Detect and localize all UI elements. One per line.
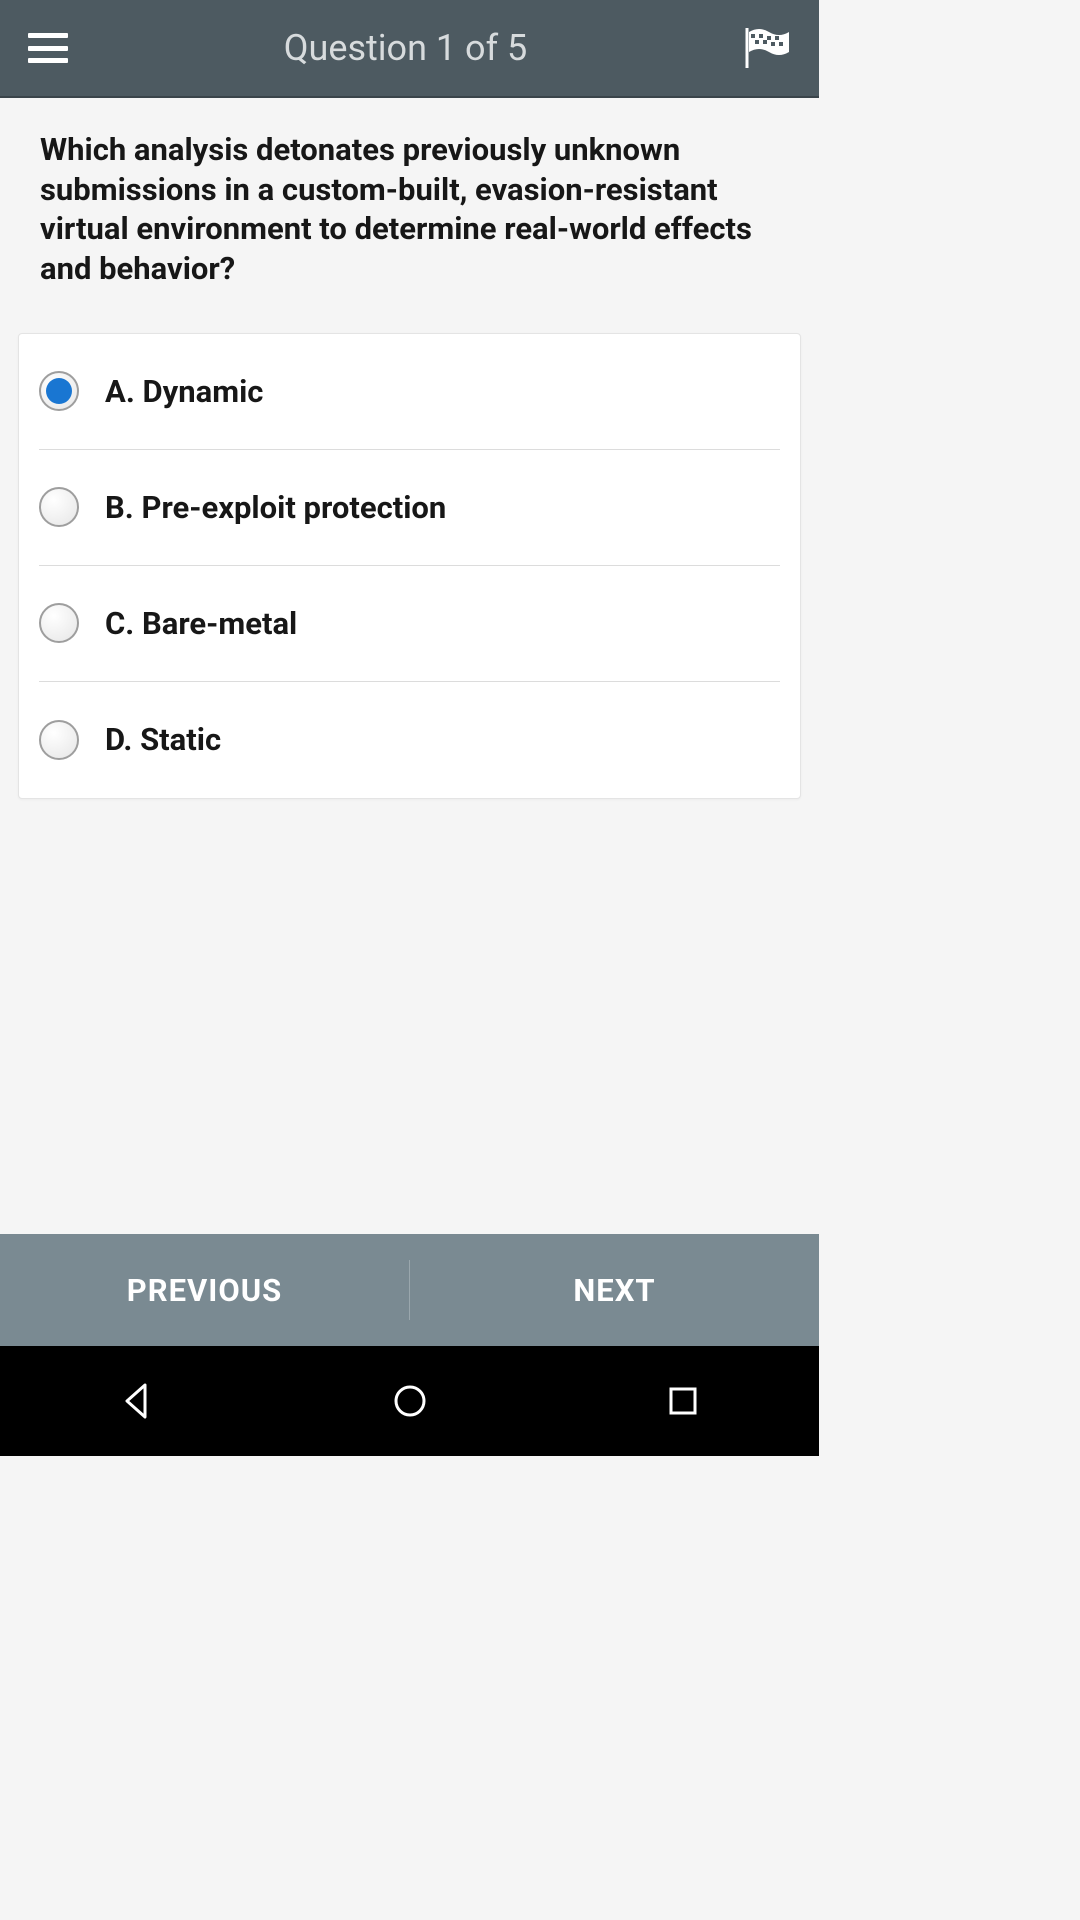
answer-option-a[interactable]: A. Dynamic [39,334,780,450]
radio-icon [39,371,79,411]
answer-option-b[interactable]: B. Pre-exploit protection [39,450,780,566]
menu-icon[interactable] [28,33,68,63]
bottom-nav: PREVIOUS NEXT [0,1234,819,1346]
recent-apps-icon[interactable] [663,1381,703,1421]
answers-card: A. Dynamic B. Pre-exploit protection C. … [18,333,801,799]
back-icon[interactable] [117,1381,157,1421]
radio-icon [39,720,79,760]
radio-icon [39,603,79,643]
flag-icon[interactable] [743,28,791,68]
next-button[interactable]: NEXT [410,1272,819,1309]
answer-option-d[interactable]: D. Static [39,682,780,798]
content-area: Which analysis detonates previously unkn… [0,98,819,1234]
home-icon[interactable] [390,1381,430,1421]
answer-option-c[interactable]: C. Bare-metal [39,566,780,682]
app-header: Question 1 of 5 [0,0,819,98]
previous-button[interactable]: PREVIOUS [0,1272,409,1309]
question-text: Which analysis detonates previously unkn… [18,130,801,289]
radio-icon [39,487,79,527]
answer-label: B. Pre-exploit protection [105,489,446,526]
page-title: Question 1 of 5 [68,27,743,69]
system-navbar [0,1346,819,1456]
answer-label: D. Static [105,721,221,758]
answer-label: C. Bare-metal [105,605,297,642]
answer-label: A. Dynamic [105,373,263,410]
